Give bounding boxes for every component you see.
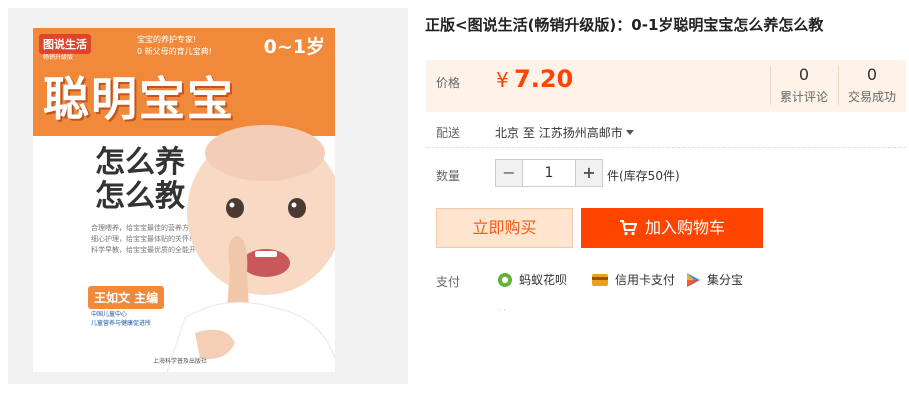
add-to-cart-label: 加入购物车 — [644, 218, 725, 237]
add-to-cart-button[interactable]: 加入购物车 — [581, 208, 763, 248]
stock-info: 件(库存50件) — [607, 169, 680, 183]
deals-count: 0 — [866, 65, 878, 84]
reviews-count: 0 — [798, 65, 810, 84]
loading-dots: · · — [498, 306, 506, 315]
reviews-stat[interactable]: 0 累计评论 — [770, 66, 837, 105]
price-panel: 价格 ¥ 7.20 0 累计评论 0 交易成功 — [426, 60, 906, 112]
cover-blurb-line: 0 新父母的育儿宝典! — [137, 47, 212, 56]
shipping-destination: 江苏扬州高邮市 — [538, 126, 623, 140]
payment-method-credit-card: 信用卡支付 — [591, 271, 675, 288]
quantity-label: 数量 — [436, 169, 461, 183]
currency-symbol: ¥ — [496, 68, 509, 92]
payment-method-label: 信用卡支付 — [615, 273, 676, 287]
cover-series-label: 图说生活 — [39, 34, 91, 54]
shipping-from: 北京 — [495, 126, 520, 140]
cover-editor: 王如文 主编 — [88, 286, 165, 309]
price-label: 价格 — [436, 76, 461, 90]
cover-blurb: 宝宝的养护专家! 0 新父母的育儿宝典! — [137, 34, 212, 58]
cover-org-line: 儿童营养与健康促进所 — [91, 320, 152, 327]
credit-card-icon — [592, 273, 608, 286]
shipping-to-word: 至 — [522, 126, 535, 140]
product-title: 正版<图说生活(畅销升级版)：0-1岁聪明宝宝怎么养怎么教 — [425, 16, 824, 34]
increase-quantity-button[interactable]: + — [575, 159, 603, 187]
shipping-info: 北京 至 江苏扬州高邮市 — [495, 124, 634, 141]
divider — [426, 147, 906, 148]
reviews-label: 累计评论 — [779, 90, 828, 104]
cover-organization: 中国儿童中心 儿童营养与健康促进所 — [91, 310, 151, 328]
price-value: 7.20 — [514, 65, 574, 93]
decrease-quantity-button[interactable]: − — [495, 159, 523, 187]
payment-method-label: 蚂蚁花呗 — [519, 273, 568, 287]
baby-photo-illustration — [166, 125, 335, 372]
cart-icon — [619, 220, 637, 236]
product-gallery: 图说生活 畅销升级版 宝宝的养护专家! 0 新父母的育儿宝典! 0~1岁 聪明宝… — [8, 8, 408, 384]
cover-age-range: 0~1岁 — [263, 36, 325, 58]
deals-label: 交易成功 — [847, 90, 896, 104]
book-cover-image[interactable]: 图说生活 畅销升级版 宝宝的养护专家! 0 新父母的育儿宝典! 0~1岁 聪明宝… — [33, 28, 335, 372]
shipping-label: 配送 — [436, 126, 461, 140]
payment-method-label: 集分宝 — [707, 273, 744, 287]
payment-label: 支付 — [436, 275, 461, 289]
jifenbao-icon — [687, 272, 700, 287]
cover-series-sub: 畅销升级版 — [43, 54, 74, 61]
shipping-destination-dropdown[interactable]: 江苏扬州高邮市 — [539, 126, 634, 140]
payment-method-jifenbao: 集分宝 — [685, 271, 743, 288]
payment-method-huabei: 蚂蚁花呗 — [497, 271, 567, 288]
chevron-down-icon — [625, 130, 634, 135]
deals-stat: 0 交易成功 — [838, 66, 905, 105]
cover-org-line: 中国儿童中心 — [91, 311, 128, 318]
huabei-icon — [498, 272, 512, 287]
cover-blurb-line: 宝宝的养护专家! — [137, 35, 197, 44]
quantity-stepper: − 1 + — [495, 159, 603, 187]
quantity-input[interactable]: 1 — [523, 159, 575, 187]
buy-now-button[interactable]: 立即购买 — [436, 208, 573, 248]
cover-publisher: 上海科学普及出版社 — [153, 358, 208, 365]
